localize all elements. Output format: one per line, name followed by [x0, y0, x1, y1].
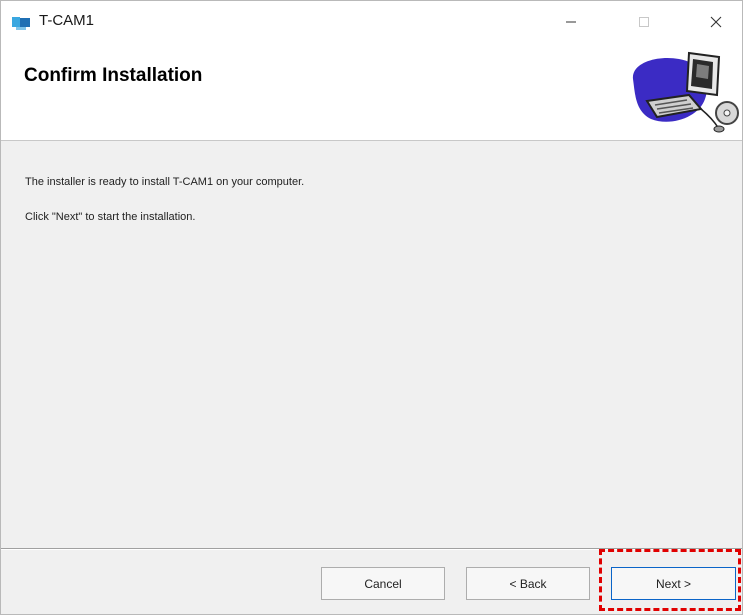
page-title: Confirm Installation	[24, 65, 203, 86]
next-button[interactable]: Next >	[611, 567, 736, 600]
maximize-icon	[639, 17, 649, 27]
maximize-button[interactable]	[621, 1, 667, 43]
close-button[interactable]	[693, 1, 739, 43]
footer-divider	[1, 548, 742, 550]
wizard-header: Confirm Installation	[1, 43, 742, 141]
minimize-button[interactable]	[548, 1, 594, 43]
cancel-button[interactable]: Cancel	[321, 567, 445, 600]
back-button[interactable]: < Back	[466, 567, 590, 600]
installer-window: T-CAM1 Confirm Installation The installe…	[0, 0, 743, 615]
window-title: T-CAM1	[39, 12, 95, 29]
ready-message: The installer is ready to install T-CAM1…	[25, 176, 305, 188]
computer-setup-graphic	[627, 49, 739, 139]
installer-app-icon	[11, 15, 31, 31]
wizard-content: The installer is ready to install T-CAM1…	[1, 141, 742, 551]
minimize-icon	[566, 21, 576, 23]
title-bar[interactable]: T-CAM1	[1, 1, 742, 43]
close-icon	[710, 16, 722, 28]
instruction-message: Click "Next" to start the installation.	[25, 211, 196, 223]
